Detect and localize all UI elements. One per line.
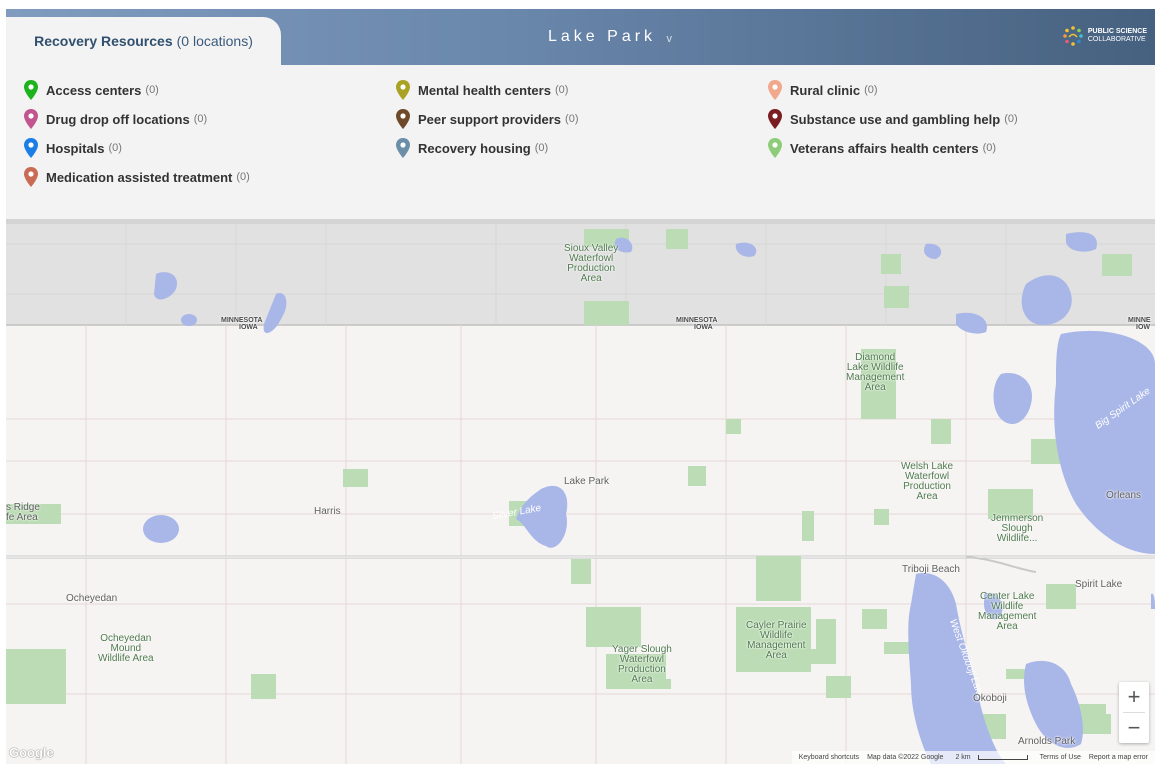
recovery-resources-tab[interactable]: Recovery Resources (0 locations) — [6, 17, 281, 65]
keyboard-shortcuts-link[interactable]: Keyboard shortcuts — [799, 754, 859, 761]
legend-item-label: Veterans affairs health centers — [790, 140, 979, 156]
map-label-minnesota-1: MINNESOTA — [221, 317, 263, 324]
legend-item-label: Rural clinic — [790, 82, 861, 98]
map-pin-icon — [24, 109, 38, 129]
map-label-diamond-lake: Diamond Lake Wildlife Management Area — [846, 352, 905, 393]
logo-line-1: PUBLIC SCIENCE — [1087, 28, 1147, 35]
map-pin-icon — [396, 138, 410, 158]
legend-item-hospitals[interactable]: Hospitals (0) — [24, 138, 122, 158]
tab-title: Recovery Resources — [34, 33, 173, 49]
legend-item-drug-drop-off-locations[interactable]: Drug drop off locations (0) — [24, 109, 207, 129]
map-label-iowa-3: IOW — [1136, 324, 1150, 331]
report-map-error-link[interactable]: Report a map error — [1089, 754, 1148, 761]
legend-item-mental-health-centers[interactable]: Mental health centers (0) — [396, 80, 568, 100]
logo-line-2: COLLABORATIVE — [1087, 36, 1146, 43]
map-label-spirit-lake: Spirit Lake — [1075, 579, 1123, 590]
map-label-yager-slough: Yager Slough Waterfowl Production Area — [612, 644, 672, 685]
map-label-iowa-2: IOWA — [694, 324, 713, 331]
legend-item-count: (0) — [565, 113, 579, 125]
map-label-jemmerson-slough: Jemmerson Slough Wildlife... — [991, 513, 1044, 544]
map-label-ocheyedan: Ocheyedan — [66, 593, 118, 604]
legend-item-recovery-housing[interactable]: Recovery housing (0) — [396, 138, 548, 158]
app-window: Recovery Resources (0 locations) Lake Pa… — [6, 9, 1155, 764]
map-canvas — [6, 224, 1155, 764]
legend-item-label: Hospitals — [46, 140, 105, 156]
map-pin-icon — [768, 138, 782, 158]
map-pin-icon — [768, 80, 782, 100]
map-label-ocheyedan-mound: Ocheyedan Mound Wildlife Area — [98, 633, 154, 664]
map-label-lake-park: Lake Park — [564, 476, 610, 487]
legend-item-count: (0) — [1004, 113, 1018, 125]
map-data-text: Map data ©2022 Google — [867, 754, 944, 761]
map-label-harris: Harris — [314, 506, 341, 517]
map-label-arnolds-park: Arnolds Park — [1018, 736, 1076, 747]
map-pin-icon — [768, 109, 782, 129]
public-science-logo[interactable]: PUBLIC SCIENCE COLLABORATIVE — [1062, 25, 1147, 47]
map-scale[interactable]: 2 km — [951, 754, 1031, 761]
legend-item-count: (0) — [982, 142, 997, 154]
map-pin-icon — [24, 167, 38, 187]
legend-item-count: (0) — [108, 142, 122, 154]
map-pin-icon — [24, 138, 38, 158]
zoom-out-button[interactable]: − — [1119, 713, 1149, 743]
map-label-sioux-valley: Sioux Valley Waterfowl Production Area — [564, 243, 619, 284]
map-label-ridge-area: s Ridge fe Area — [6, 502, 40, 523]
legend-item-label: Substance use and gambling help — [790, 111, 1001, 127]
legend-item-medication-assisted-treatment[interactable]: Medication assisted treatment (0) — [24, 167, 250, 187]
map-attribution-bar: Keyboard shortcuts Map data ©2022 Google… — [791, 751, 1155, 764]
zoom-control: + − — [1119, 682, 1149, 743]
legend-item-count: (0) — [534, 142, 549, 154]
legend-item-label: Medication assisted treatment — [46, 169, 233, 185]
legend-item-rural-clinic[interactable]: Rural clinic (0) — [768, 80, 878, 100]
legend-item-veterans-affairs-health-centers[interactable]: Veterans affairs health centers (0) — [768, 138, 996, 158]
chevron-down-icon: v — [666, 33, 673, 45]
legend-item-count: (0) — [864, 84, 878, 96]
legend-item-label: Drug drop off locations — [46, 111, 190, 127]
legend-item-peer-support-providers[interactable]: Peer support providers (0) — [396, 109, 579, 129]
map-view[interactable]: Sioux Valley Waterfowl Production Area M… — [6, 224, 1155, 764]
location-selector[interactable]: Lake Park v — [548, 28, 672, 46]
legend-item-count: (0) — [145, 84, 159, 96]
map-label-minnesota-3: MINNE — [1128, 317, 1151, 324]
legend-item-label: Access centers — [46, 82, 142, 98]
map-label-cayler-prairie: Cayler Prairie Wildlife Management Area — [746, 620, 807, 661]
legend-item-count: (0) — [554, 84, 569, 96]
google-logo[interactable]: Google — [9, 745, 54, 760]
scale-label: 2 km — [955, 754, 971, 761]
map-label-center-lake: Center Lake Wildlife Management Area — [978, 591, 1037, 632]
map-pin-icon — [24, 80, 38, 100]
tab-location-count: (0 locations) — [176, 33, 253, 49]
terms-of-use-link[interactable]: Terms of Use — [1040, 754, 1081, 761]
location-name: Lake Park — [548, 28, 657, 45]
legend-item-substance-use-and-gambling-help[interactable]: Substance use and gambling help (0) — [768, 109, 1018, 129]
legend-item-label: Recovery housing — [418, 140, 531, 156]
map-label-okoboji: Okoboji — [973, 693, 1007, 704]
legend-item-count: (0) — [193, 113, 208, 125]
legend-item-count: (0) — [236, 171, 250, 183]
map-label-orleans: Orleans — [1106, 490, 1142, 501]
starburst-logo-icon — [1063, 26, 1083, 46]
header-bar: Recovery Resources (0 locations) Lake Pa… — [6, 9, 1155, 65]
legend-item-label: Mental health centers — [418, 82, 551, 98]
zoom-in-button[interactable]: + — [1119, 682, 1149, 712]
legend-item-label: Peer support providers — [418, 111, 562, 127]
map-label-minnesota-2: MINNESOTA — [676, 317, 718, 324]
map-label-welsh-lake: Welsh Lake Waterfowl Production Area — [901, 461, 954, 502]
scale-bar — [977, 754, 1028, 760]
map-label-iowa-1: IOWA — [239, 324, 258, 331]
map-pin-icon — [396, 80, 410, 100]
map-pin-icon — [396, 109, 410, 129]
legend-item-access-centers[interactable]: Access centers (0) — [24, 80, 159, 100]
legend-panel: Access centers (0) Drug drop off locations… — [6, 65, 1155, 219]
map-label-triboji-beach: Triboji Beach — [902, 564, 960, 575]
